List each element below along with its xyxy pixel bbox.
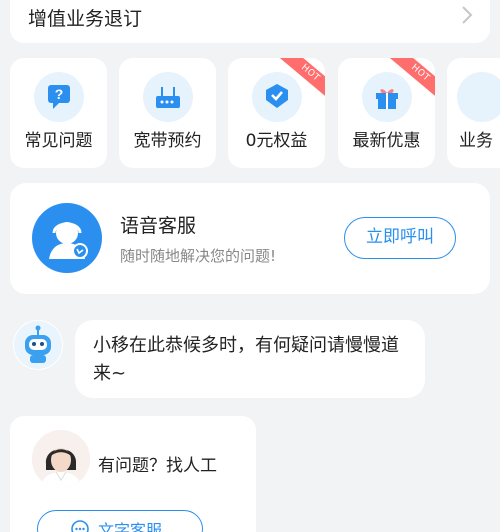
- human-service-card: 有问题？找人工 文字客服: [10, 416, 256, 532]
- svg-text:?: ?: [54, 86, 63, 102]
- chat-icon: [71, 520, 89, 532]
- text-service-label: 文字客服: [98, 521, 163, 532]
- human-service-text: 有问题？找人工: [98, 456, 217, 476]
- chevron-right-icon: [462, 6, 473, 24]
- faq-icon: ?: [33, 72, 84, 122]
- value-added-unsubscribe-label: 增值业务退订: [28, 8, 143, 30]
- tile-latest-offers[interactable]: HOT 最新优惠: [338, 58, 435, 168]
- tile-label: 业务: [459, 131, 493, 151]
- tile-faq[interactable]: ? 常见问题: [10, 58, 107, 168]
- tile-label: 常见问题: [24, 131, 93, 151]
- text-service-button[interactable]: 文字客服: [37, 510, 203, 532]
- tile-label: 0元权益: [245, 131, 308, 151]
- tile-label: 宽带预约: [133, 131, 202, 151]
- tile-broadband[interactable]: 宽带预约: [119, 58, 216, 168]
- bot-message-bubble: 小移在此恭候多时，有何疑问请慢慢道来~: [75, 320, 425, 398]
- agent-photo: [32, 430, 90, 488]
- router-icon: [142, 72, 193, 122]
- tile-zero-benefits[interactable]: HOT 0元权益: [228, 58, 325, 168]
- business-icon: [457, 72, 500, 122]
- bot-message-text: 小移在此恭候多时，有何疑问请慢慢道来~: [93, 335, 399, 384]
- badge-icon: [251, 72, 302, 122]
- voice-service-title: 语音客服: [120, 215, 197, 237]
- value-added-unsubscribe-row[interactable]: 增值业务退订: [10, 0, 490, 43]
- gift-icon: [361, 72, 412, 122]
- voice-service-card: 语音客服 随时随地解决您的问题! 立即呼叫: [10, 183, 490, 294]
- voice-service-subtitle: 随时随地解决您的问题!: [120, 247, 277, 265]
- call-now-button[interactable]: 立即呼叫: [344, 217, 456, 259]
- robot-avatar: [13, 320, 63, 370]
- tile-label: 最新优惠: [352, 131, 421, 151]
- tile-business[interactable]: 业务: [447, 58, 500, 168]
- voice-agent-avatar: [32, 203, 102, 273]
